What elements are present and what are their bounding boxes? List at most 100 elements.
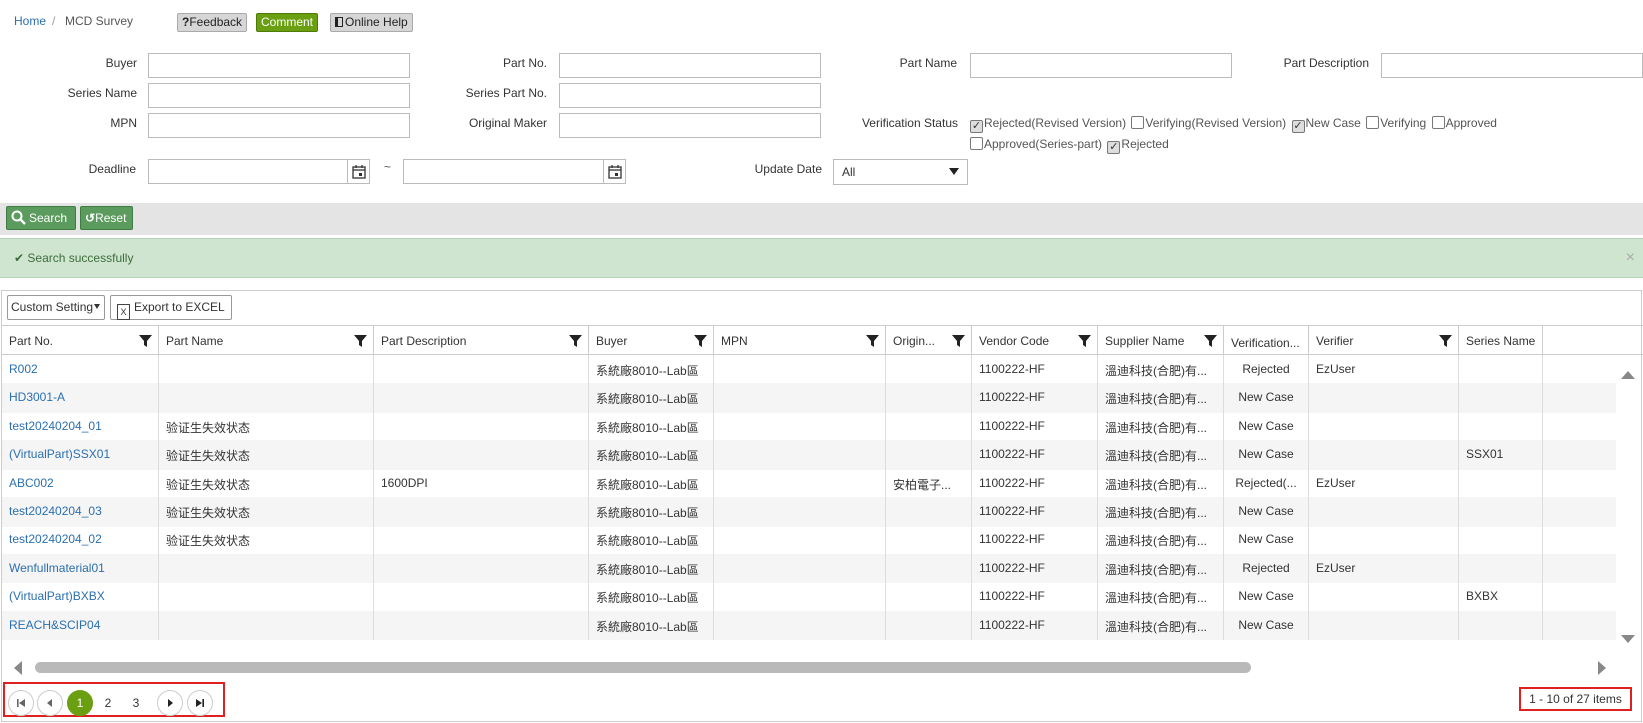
column-header[interactable]: Origin...: [886, 326, 972, 356]
filter-icon[interactable]: [694, 335, 707, 348]
status-option-approved[interactable]: Approved: [1431, 116, 1497, 130]
status-option-approved-series[interactable]: Approved(Series-part): [970, 137, 1102, 151]
part-no-link[interactable]: R002: [2, 355, 159, 385]
part-no-link[interactable]: Wenfullmaterial01: [2, 553, 159, 584]
table-cell: [1309, 525, 1459, 555]
part-name-input[interactable]: [970, 53, 1232, 78]
filter-icon[interactable]: [139, 335, 152, 348]
buyer-input[interactable]: [148, 53, 410, 78]
series-name-input[interactable]: [148, 83, 410, 108]
online-help-button[interactable]: Online Help: [330, 13, 413, 32]
part-no-link[interactable]: REACH&SCIP04: [2, 610, 159, 641]
prev-page-icon: [47, 699, 52, 707]
scroll-down-icon[interactable]: [1621, 635, 1635, 643]
filter-icon[interactable]: [1204, 335, 1217, 348]
status-option-verifying[interactable]: Verifying: [1366, 116, 1426, 130]
table-row[interactable]: ABC002 验证生失效状态 1600DPI 系統廠8010--Lab區 安柏電子...…: [2, 468, 1616, 499]
deadline-to-input[interactable]: [403, 159, 626, 184]
table-row[interactable]: test20240204_03 验证生失效状态 系統廠8010--Lab區 11002…: [2, 497, 1616, 527]
checkbox-icon[interactable]: [1131, 116, 1145, 129]
part-no-link[interactable]: (VirtualPart)SSX01: [2, 440, 159, 470]
column-header[interactable]: MPN: [714, 326, 886, 356]
prev-page-button[interactable]: [37, 690, 63, 716]
close-icon[interactable]: ×: [1626, 249, 1635, 267]
status-option-rejected[interactable]: ✓ Rejected: [1107, 137, 1169, 154]
part-no-input[interactable]: [559, 53, 821, 78]
scroll-up-icon[interactable]: [1621, 371, 1635, 379]
filter-icon[interactable]: [1078, 335, 1091, 348]
status-option-new-case[interactable]: ✓ New Case: [1291, 116, 1361, 133]
scroll-left-icon[interactable]: [14, 661, 22, 675]
part-no-link[interactable]: (VirtualPart)BXBX: [2, 582, 159, 612]
part-no-link[interactable]: test20240204_01: [2, 411, 159, 442]
calendar-icon[interactable]: [347, 160, 369, 183]
part-no-link[interactable]: ABC002: [2, 468, 159, 499]
checkbox-checked-icon[interactable]: ✓: [1107, 141, 1121, 154]
export-excel-button[interactable]: X Export to EXCEL: [110, 295, 232, 320]
column-header[interactable]: Supplier Name: [1098, 326, 1224, 356]
part-description-input[interactable]: [1381, 53, 1643, 78]
part-no-link[interactable]: test20240204_02: [2, 525, 159, 555]
column-header[interactable]: Part No.: [2, 326, 159, 356]
first-page-button[interactable]: [8, 690, 34, 716]
filter-icon[interactable]: [569, 335, 582, 348]
next-page-button[interactable]: [157, 690, 183, 716]
deadline-from-input[interactable]: [148, 159, 370, 184]
reset-button[interactable]: ↺Reset: [80, 206, 133, 230]
page-3-button[interactable]: 3: [123, 690, 149, 716]
checkbox-icon[interactable]: [1366, 116, 1380, 129]
checkbox-checked-icon[interactable]: ✓: [1291, 120, 1305, 133]
table-row[interactable]: REACH&SCIP04 系統廠8010--Lab區 1100222-HF 溫迪科技(…: [2, 610, 1616, 641]
column-header[interactable]: Part Description: [374, 326, 589, 356]
table-cell: 1600DPI: [374, 468, 589, 499]
column-header[interactable]: Buyer: [589, 326, 714, 356]
status-option-rejected-revised[interactable]: ✓ Rejected(Revised Version): [970, 116, 1126, 133]
original-maker-input[interactable]: [559, 113, 821, 138]
filter-icon[interactable]: [952, 335, 965, 348]
column-header-label: Verifier: [1316, 334, 1354, 348]
series-part-no-input[interactable]: [559, 83, 821, 108]
verification-status-group: ✓ Rejected(Revised Version) Verifying(Rev…: [970, 113, 1530, 155]
calendar-icon[interactable]: [603, 160, 625, 183]
table-row[interactable]: (VirtualPart)SSX01 验证生失效状态 系統廠8010--Lab區 11…: [2, 440, 1616, 470]
last-page-button[interactable]: [187, 690, 213, 716]
column-header[interactable]: Verification...: [1224, 326, 1309, 356]
part-no-link[interactable]: HD3001-A: [2, 383, 159, 413]
feedback-button[interactable]: ?Feedback: [177, 13, 248, 32]
table-cell: [374, 553, 589, 584]
table-row[interactable]: R002 系統廠8010--Lab區 1100222-HF 溫迪科技(合肥)有... R…: [2, 355, 1616, 385]
filter-icon[interactable]: [1439, 335, 1452, 348]
column-header[interactable]: Verifier: [1309, 326, 1459, 356]
column-header-label: Origin...: [893, 334, 936, 348]
page-1-button[interactable]: 1: [67, 690, 93, 716]
column-header-label: Part Name: [166, 334, 224, 348]
scrollbar-thumb[interactable]: [35, 662, 1251, 673]
comment-button[interactable]: Comment: [256, 13, 319, 32]
update-date-select[interactable]: All: [833, 159, 968, 185]
column-header[interactable]: Series Name: [1459, 326, 1543, 356]
mpn-input[interactable]: [148, 113, 410, 138]
table-cell: 溫迪科技(合肥)有...: [1098, 411, 1224, 442]
table-row[interactable]: Wenfullmaterial01 系統廠8010--Lab區 1100222-HF…: [2, 553, 1616, 584]
table-row[interactable]: test20240204_01 验证生失效状态 系統廠8010--Lab區 11002…: [2, 411, 1616, 442]
table-row[interactable]: HD3001-A 系統廠8010--Lab區 1100222-HF 溫迪科技(合肥)有…: [2, 383, 1616, 413]
column-header[interactable]: Part Name: [159, 326, 374, 356]
top-bar: Home / MCD Survey ?Feedback Comment Onli…: [0, 0, 1643, 44]
table-row[interactable]: (VirtualPart)BXBX 系統廠8010--Lab區 1100222-HF…: [2, 582, 1616, 612]
next-page-icon: [168, 699, 173, 707]
status-option-verifying-revised[interactable]: Verifying(Revised Version): [1131, 116, 1286, 130]
page-2-button[interactable]: 2: [95, 690, 121, 716]
filter-icon[interactable]: [866, 335, 879, 348]
breadcrumb-home[interactable]: Home: [14, 14, 46, 28]
scroll-right-icon[interactable]: [1598, 661, 1606, 675]
checkbox-checked-icon[interactable]: ✓: [970, 120, 983, 133]
success-message: ✔ Search successfully ×: [0, 238, 1643, 278]
filter-icon[interactable]: [354, 335, 367, 348]
table-row[interactable]: test20240204_02 验证生失效状态 系統廠8010--Lab區 11002…: [2, 525, 1616, 555]
column-header[interactable]: Vendor Code: [972, 326, 1098, 356]
checkbox-icon[interactable]: [970, 137, 983, 150]
search-button[interactable]: Search: [6, 206, 76, 230]
custom-setting-dropdown[interactable]: Custom Setting: [7, 295, 105, 320]
part-no-link[interactable]: test20240204_03: [2, 497, 159, 527]
checkbox-icon[interactable]: [1431, 116, 1445, 129]
